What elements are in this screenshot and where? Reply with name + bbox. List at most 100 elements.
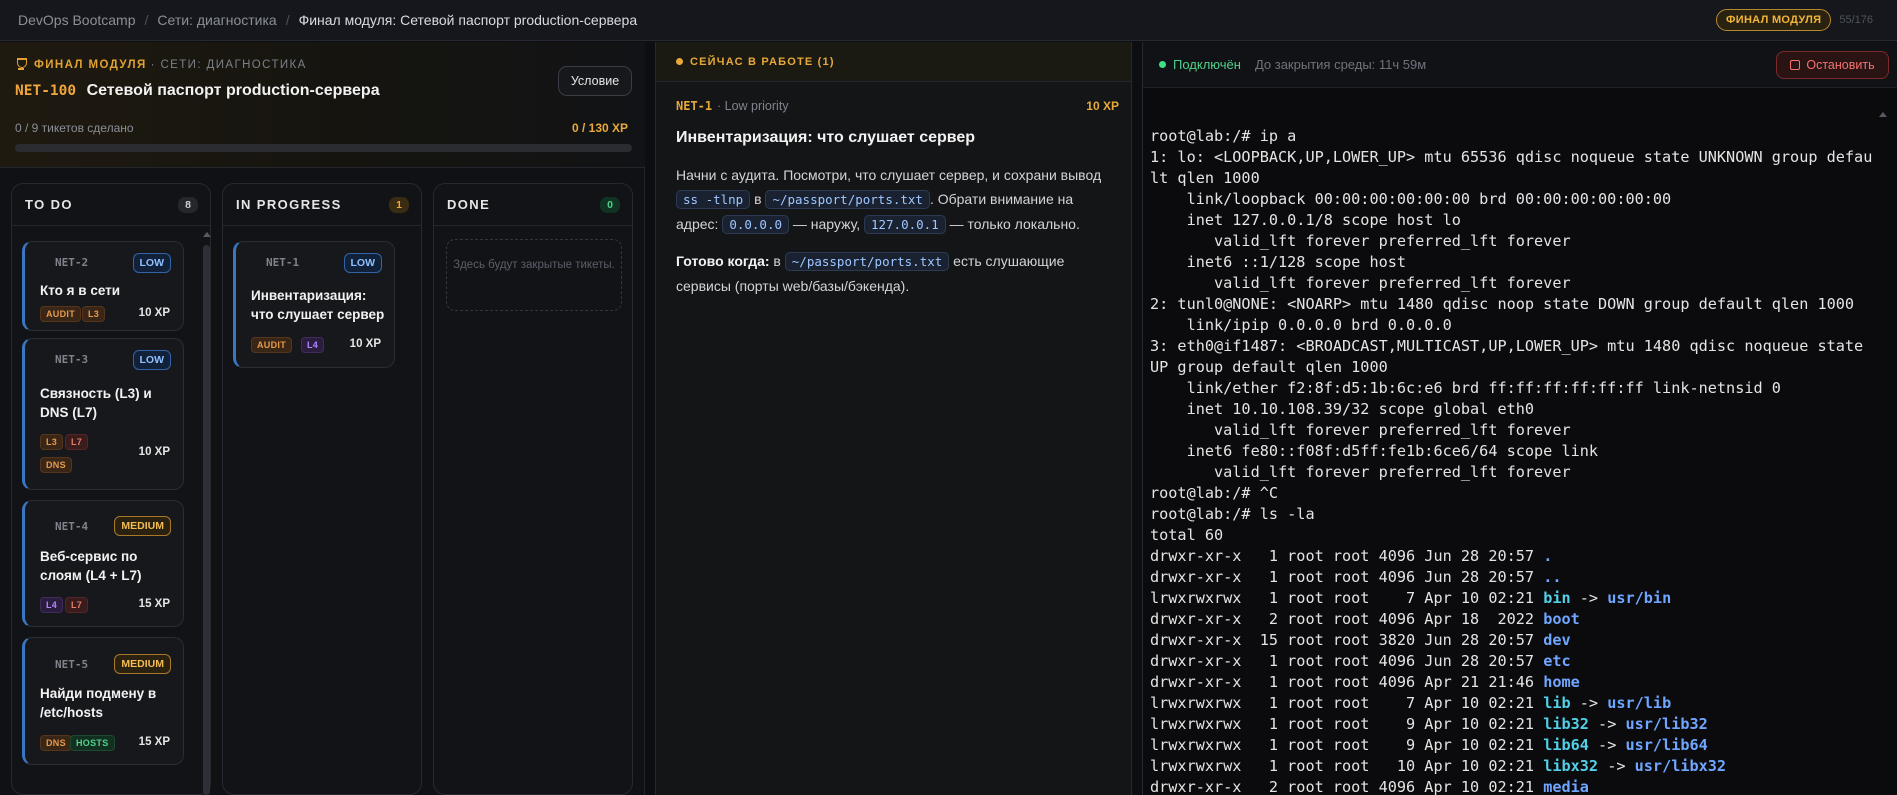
current-ticket-title: Инвентаризация: что слушает сервер [676, 129, 976, 146]
text: в [769, 253, 785, 269]
terminal-line: root@lab:/# ip a [1150, 127, 1297, 145]
done-criteria-paragraph: Готово когда: в ~/passport/ports.txt ест… [676, 249, 1116, 298]
priority-badge: LOW [132, 350, 171, 370]
terminal-line: lt qlen 1000 [1150, 169, 1260, 187]
tickets-done-count: 0 / 9 тикетов сделано [15, 121, 134, 135]
terminal-line: 1: lo: <LOOPBACK,UP,LOWER_UP> mtu 65536 … [1150, 148, 1873, 166]
terminal-listing-row: lrwxrwxrwx 1 root root 7 Apr 10 02:21 bi… [1150, 588, 1890, 609]
terminal-line: valid_lft forever preferred_lft forever [1150, 274, 1571, 292]
column-scroll-up-arrow[interactable] [203, 232, 211, 237]
code-chip: 127.0.0.1 [863, 215, 946, 234]
listing-permissions: drwxr-xr-x 1 root root 4096 Jun 28 20:57 [1150, 568, 1544, 586]
terminal-listing-row: drwxr-xr-x 1 root root 4096 Jun 28 20:57… [1150, 651, 1890, 672]
ticket-card-net-2[interactable]: NET-2 LOW Кто я в сети AUDIT L3 10 XP [22, 241, 184, 331]
listing-permissions: drwxr-xr-x 2 root root 4096 Apr 10 02:21 [1150, 778, 1544, 795]
done-empty-placeholder: Здесь будут закрытые тикеты. [446, 239, 622, 311]
breadcrumb-item-bootcamp[interactable]: DevOps Bootcamp [18, 12, 136, 28]
ticket-card-net-3[interactable]: NET-3 LOW Связность (L3) и DNS (L7) L3 L… [22, 338, 184, 490]
column-done-header: DONE 0 [434, 184, 632, 226]
module-title: NET-100 Сетевой паспорт production-серве… [15, 82, 380, 100]
ticket-xp: 15 XP [138, 598, 170, 610]
ticket-card-net-4[interactable]: NET-4 MEDIUM Веб-сервис по слоям (L4 + L… [22, 500, 184, 627]
priority-badge: MEDIUM [114, 654, 171, 674]
terminal-line: link/ipip 0.0.0.0 brd 0.0.0.0 [1150, 316, 1452, 334]
breadcrumb-item-module[interactable]: Сети: диагностика [157, 12, 276, 28]
environment-timer: До закрытия среды: 11ч 59м [1254, 57, 1427, 72]
terminal-line: link/loopback 00:00:00:00:00:00 brd 00:0… [1150, 190, 1672, 208]
current-ticket-description: Начни с аудита. Посмотри, что слушает се… [676, 163, 1116, 310]
current-ticket-header: СЕЙЧАС В РАБОТЕ (1) [656, 42, 1131, 82]
terminal-scroll-up-arrow[interactable] [1879, 112, 1887, 117]
current-ticket-header-label: СЕЙЧАС В РАБОТЕ (1) [690, 55, 835, 68]
tag: AUDIT [251, 337, 292, 353]
listing-permissions: lrwxrwxrwx 1 root root 9 Apr 10 02:21 [1150, 715, 1544, 733]
terminal-line: 3: eth0@if1487: <BROADCAST,MULTICAST,UP,… [1150, 337, 1864, 355]
ticket-title: Найди подмену в /etc/hosts [40, 686, 157, 720]
terminal-listing-row: drwxr-xr-x 15 root root 3820 Jun 28 20:5… [1150, 630, 1890, 651]
priority-badge: MEDIUM [114, 516, 171, 536]
tag: L4 [301, 337, 325, 353]
board-panel: ФИНАЛ МОДУЛЯ · СЕТИ: ДИАГНОСТИКА NET-100… [0, 42, 645, 795]
terminal-line: valid_lft forever preferred_lft forever [1150, 463, 1571, 481]
ticket-xp: 10 XP [138, 446, 170, 458]
listing-name: etc [1543, 652, 1571, 670]
text: Начни с аудита. Посмотри, что слушает се… [676, 167, 1102, 183]
listing-arrow: -> [1570, 589, 1608, 607]
terminal-line: inet6 fe80::f08f:d5ff:fe1b:6ce6/64 scope… [1150, 442, 1599, 460]
column-count: 0 [600, 196, 620, 213]
terminal-listing-row: lrwxrwxrwx 1 root root 7 Apr 10 02:21 li… [1150, 693, 1890, 714]
listing-permissions: lrwxrwxrwx 1 root root 10 Apr 10 02:21 [1150, 757, 1544, 775]
ticket-xp: 15 XP [138, 736, 170, 748]
listing-permissions: drwxr-xr-x 15 root root 3820 Jun 28 20:5… [1150, 631, 1544, 649]
listing-permissions: lrwxrwxrwx 1 root root 9 Apr 10 02:21 [1150, 736, 1544, 754]
module-kicker-label: ФИНАЛ МОДУЛЯ [34, 58, 147, 71]
code-chip: ss -tlnp [676, 190, 751, 209]
listing-name: lib64 [1543, 736, 1589, 754]
column-done: DONE 0 Здесь будут закрытые тикеты. [433, 183, 633, 795]
listing-name: boot [1543, 610, 1580, 628]
listing-permissions: lrwxrwxrwx 1 root root 7 Apr 10 02:21 [1150, 589, 1544, 607]
terminal-line: UP group default qlen 1000 [1150, 358, 1388, 376]
tag: L3 [82, 306, 106, 322]
ticket-title: Кто я в сети [40, 283, 121, 298]
terminal-listing-row: drwxr-xr-x 1 root root 4096 Apr 21 21:46… [1150, 672, 1890, 693]
final-module-badge: ФИНАЛ МОДУЛЯ [1716, 9, 1832, 31]
listing-link-target: usr/bin [1607, 589, 1672, 607]
column-count: 1 [389, 196, 409, 213]
module-header: ФИНАЛ МОДУЛЯ · СЕТИ: ДИАГНОСТИКА NET-100… [0, 42, 645, 168]
tag: L7 [65, 597, 89, 613]
condition-button[interactable]: Условие [558, 66, 632, 96]
stop-icon [1790, 60, 1801, 70]
terminal-listing-row: drwxr-xr-x 2 root root 4096 Apr 10 02:21… [1150, 777, 1890, 795]
breadcrumb-separator: / [144, 12, 149, 28]
listing-arrow: -> [1598, 757, 1635, 775]
terminal-line: root@lab:/# ls -la [1150, 505, 1315, 523]
listing-name: media [1543, 778, 1589, 795]
terminal-listing-row: lrwxrwxrwx 1 root root 10 Apr 10 02:21 l… [1150, 756, 1890, 777]
text: в [750, 191, 766, 207]
tag: L3 [40, 434, 64, 450]
ticket-id: NET-3 [55, 353, 89, 366]
status-dot-icon [676, 58, 683, 65]
column-todo-header: TO DO 8 [12, 184, 210, 226]
code-chip: ~/passport/ports.txt [765, 190, 930, 209]
tag: HOSTS [70, 735, 115, 751]
listing-permissions: lrwxrwxrwx 1 root root 7 Apr 10 02:21 [1150, 694, 1544, 712]
column-title: DONE [447, 197, 491, 212]
ticket-card-net-5[interactable]: NET-5 MEDIUM Найди подмену в /etc/hosts … [22, 637, 184, 765]
listing-name: .. [1543, 568, 1562, 586]
breadcrumb-separator: / [285, 12, 290, 28]
column-in-progress: IN PROGRESS 1 NET-1 LOW Инвентаризация: … [222, 183, 422, 795]
tag: DNS [40, 735, 72, 751]
tag: L4 [40, 597, 64, 613]
column-scrollbar[interactable] [203, 245, 210, 795]
terminal-output[interactable]: root@lab:/# ip a 1: lo: <LOOPBACK,UP,LOWE… [1150, 126, 1890, 795]
trophy-icon [15, 58, 27, 71]
ticket-card-net-1[interactable]: NET-1 LOW Инвентаризация: что слушает се… [233, 241, 395, 368]
ticket-title: Веб-сервис по слоям (L4 + L7) [40, 549, 142, 583]
terminal-listing-row: lrwxrwxrwx 1 root root 9 Apr 10 02:21 li… [1150, 735, 1890, 756]
course-progress-count: 55/176 [1839, 14, 1873, 26]
tag: DNS [40, 457, 72, 473]
terminal-listing-row: drwxr-xr-x 2 root root 4096 Apr 18 2022 … [1150, 609, 1890, 630]
stop-button[interactable]: Остановить [1776, 51, 1889, 79]
